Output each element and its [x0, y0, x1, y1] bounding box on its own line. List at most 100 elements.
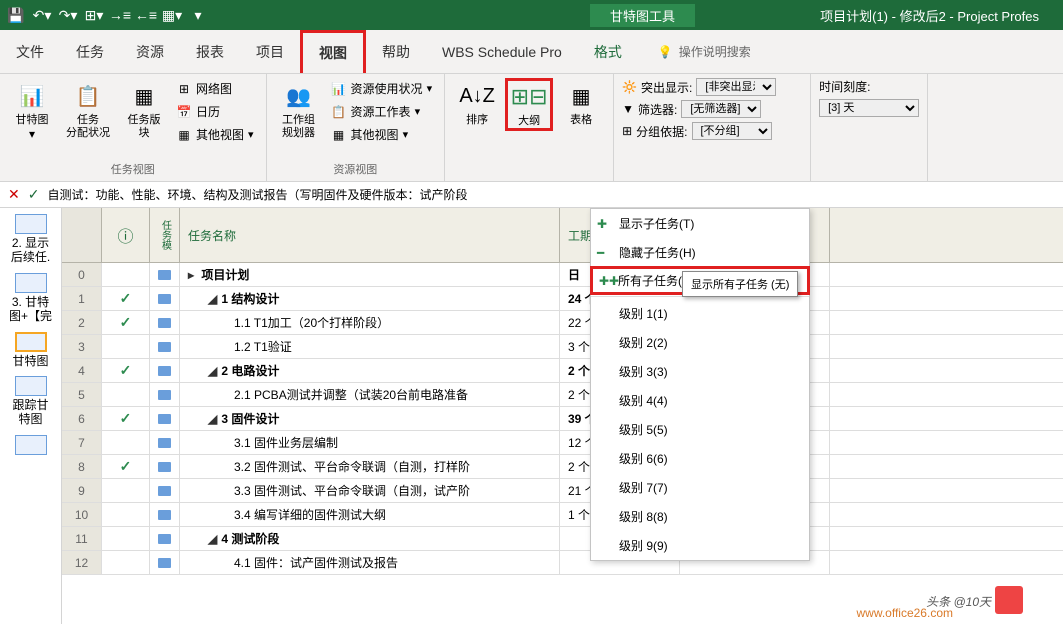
side-gantt[interactable]: 甘特图 — [2, 330, 59, 370]
save-icon[interactable]: 💾 — [4, 3, 28, 27]
tab-help[interactable]: 帮助 — [366, 30, 426, 73]
task-board-button[interactable]: ▦ 任务版 块 — [120, 78, 168, 142]
row-task-name[interactable]: ◢ 2 电路设计 — [180, 359, 560, 382]
task-row[interactable]: 5 2.1 PCBA测试并调整（试装20台前电路准备 2 个工作日 2019/1… — [62, 383, 1063, 407]
col-information[interactable]: ⓘ — [102, 208, 150, 262]
menu-hide-subtasks[interactable]: ━隐藏子任务(H) — [591, 238, 809, 267]
row-number[interactable]: 0 — [62, 263, 102, 286]
link-icon[interactable]: ⊞▾ — [82, 3, 106, 27]
row-task-name[interactable]: 2.1 PCBA测试并调整（试装20台前电路准备 — [180, 383, 560, 406]
highlight-select[interactable]: [非突出显示] — [696, 78, 776, 96]
filter-select[interactable]: [无筛选器] — [681, 100, 761, 118]
task-row[interactable]: 0 ▸ 项目计划 日 2018/12/21 — [62, 263, 1063, 287]
tell-me-search[interactable]: 💡 操作说明搜索 — [658, 30, 751, 73]
redo-icon[interactable]: ↷▾ — [56, 3, 80, 27]
row-number[interactable]: 6 — [62, 407, 102, 430]
task-row[interactable]: 9 3.3 固件测试、平台命令联调（自测，试产阶 21 个工作日 2019/2/… — [62, 479, 1063, 503]
task-row[interactable]: 6 ✓ ◢ 3 固件设计 39 个工作日 2019/1/10 — [62, 407, 1063, 431]
auto-schedule-icon — [158, 534, 171, 544]
calendar-button[interactable]: 📅日历 — [172, 101, 258, 122]
row-task-name[interactable]: ◢ 1 结构设计 — [180, 287, 560, 310]
group-select[interactable]: [不分组] — [692, 122, 772, 140]
col-task-mode[interactable]: 任务模 — [150, 208, 180, 262]
row-task-name[interactable]: ◢ 4 测试阶段 — [180, 527, 560, 550]
tab-task[interactable]: 任务 — [60, 30, 120, 73]
network-diagram-button[interactable]: ⊞网络图 — [172, 78, 258, 99]
row-task-name[interactable]: 1.2 T1验证 — [180, 335, 560, 358]
row-number[interactable]: 2 — [62, 311, 102, 334]
row-task-name[interactable]: 1.1 T1加工（20个打样阶段） — [180, 311, 560, 334]
row-number[interactable]: 4 — [62, 359, 102, 382]
other-views2-button[interactable]: ▦其他视图▾ — [327, 124, 437, 145]
row-number[interactable]: 8 — [62, 455, 102, 478]
row-task-name[interactable]: 3.1 固件业务层编制 — [180, 431, 560, 454]
side-tracking-gantt[interactable]: 跟踪甘 特图 — [2, 374, 59, 429]
menu-level-3[interactable]: 级别 3(3) — [591, 357, 809, 386]
row-number[interactable]: 9 — [62, 479, 102, 502]
menu-level-1[interactable]: 级别 1(1) — [591, 299, 809, 328]
menu-level-9[interactable]: 级别 9(9) — [591, 531, 809, 560]
tab-format[interactable]: 格式 — [578, 30, 638, 73]
task-row[interactable]: 1 ✓ ◢ 1 结构设计 24 个工作日 2018/12/21 — [62, 287, 1063, 311]
task-row[interactable]: 11 ◢ 4 测试阶段 2019/3/15 — [62, 527, 1063, 551]
row-mode — [150, 431, 180, 454]
timescale-select[interactable]: [3] 天 — [819, 99, 919, 117]
menu-level-7[interactable]: 级别 7(7) — [591, 473, 809, 502]
row-info — [102, 527, 150, 550]
tab-report[interactable]: 报表 — [180, 30, 240, 73]
tab-wbs[interactable]: WBS Schedule Pro — [426, 30, 578, 73]
formula-cancel-icon[interactable]: ✕ — [8, 186, 20, 203]
formula-accept-icon[interactable]: ✓ — [28, 186, 40, 203]
tab-resource[interactable]: 资源 — [120, 30, 180, 73]
tab-view[interactable]: 视图 — [300, 30, 366, 73]
row-task-name[interactable]: 4.1 固件：试产固件测试及报告 — [180, 551, 560, 574]
menu-level-6[interactable]: 级别 6(6) — [591, 444, 809, 473]
task-row[interactable]: 2 ✓ 1.1 T1加工（20个打样阶段） 22 个工作日 2018/12/21 — [62, 311, 1063, 335]
row-number[interactable]: 10 — [62, 503, 102, 526]
side-gantt-complete[interactable]: 3. 甘特 图+【完 — [2, 271, 59, 326]
other-views-button[interactable]: ▦其他视图▾ — [172, 124, 258, 145]
task-row[interactable]: 8 ✓ 3.2 固件测试、平台命令联调（自测，打样阶 2 个工作日 2019/1… — [62, 455, 1063, 479]
row-task-name[interactable]: ▸ 项目计划 — [180, 263, 560, 286]
outdent-icon[interactable]: ←≡ — [134, 3, 158, 27]
task-row[interactable]: 3 1.2 T1验证 3 个工作日 2019/1/22 — [62, 335, 1063, 359]
menu-level-2[interactable]: 级别 2(2) — [591, 328, 809, 357]
menu-level-5[interactable]: 级别 5(5) — [591, 415, 809, 444]
tables-button[interactable]: ▦ 表格 — [557, 78, 605, 129]
row-task-name[interactable]: ◢ 3 固件设计 — [180, 407, 560, 430]
row-task-name[interactable]: 3.2 固件测试、平台命令联调（自测，打样阶 — [180, 455, 560, 478]
task-usage-button[interactable]: 📋 任务 分配状况 — [60, 78, 116, 142]
task-row[interactable]: 10 3.4 编写详细的固件测试大纲 1 个工作日 2019/3/14 — [62, 503, 1063, 527]
qat-dropdown-icon[interactable]: ▾ — [186, 3, 210, 27]
col-row-number[interactable] — [62, 208, 102, 262]
side-more[interactable] — [2, 433, 59, 459]
sort-button[interactable]: A↓Z 排序 — [453, 78, 501, 129]
col-task-name[interactable]: 任务名称 — [180, 208, 560, 262]
gantt-chart-button[interactable]: 📊 甘特图 ▾ — [8, 78, 56, 143]
row-number[interactable]: 5 — [62, 383, 102, 406]
row-number[interactable]: 3 — [62, 335, 102, 358]
outline-button[interactable]: ⊞⊟ 大纲 — [505, 78, 553, 131]
task-row[interactable]: 4 ✓ ◢ 2 电路设计 2 个工作日 2019/1/15 — [62, 359, 1063, 383]
row-task-name[interactable]: 3.4 编写详细的固件测试大纲 — [180, 503, 560, 526]
row-number[interactable]: 7 — [62, 431, 102, 454]
tab-file[interactable]: 文件 — [0, 30, 60, 73]
task-row[interactable]: 12 4.1 固件：试产固件测试及报告 — [62, 551, 1063, 575]
row-number[interactable]: 1 — [62, 287, 102, 310]
menu-show-subtasks[interactable]: ✚显示子任务(T) — [591, 209, 809, 238]
row-task-name[interactable]: 3.3 固件测试、平台命令联调（自测，试产阶 — [180, 479, 560, 502]
team-planner-button[interactable]: 👥 工作组 规划器 — [275, 78, 323, 142]
menu-level-8[interactable]: 级别 8(8) — [591, 502, 809, 531]
row-number[interactable]: 12 — [62, 551, 102, 574]
task-row[interactable]: 7 3.1 固件业务层编制 12 个工作日 — [62, 431, 1063, 455]
side-show-successors[interactable]: 2. 显示 后续任. — [2, 212, 59, 267]
tab-project[interactable]: 项目 — [240, 30, 300, 73]
indent-icon[interactable]: →≡ — [108, 3, 132, 27]
menu-level-4[interactable]: 级别 4(4) — [591, 386, 809, 415]
grid-icon[interactable]: ▦▾ — [160, 3, 184, 27]
resource-usage-button[interactable]: 📊资源使用状况▾ — [327, 78, 437, 99]
resource-sheet-button[interactable]: 📋资源工作表▾ — [327, 101, 437, 122]
row-number[interactable]: 11 — [62, 527, 102, 550]
formula-input[interactable] — [47, 188, 1055, 202]
undo-icon[interactable]: ↶▾ — [30, 3, 54, 27]
